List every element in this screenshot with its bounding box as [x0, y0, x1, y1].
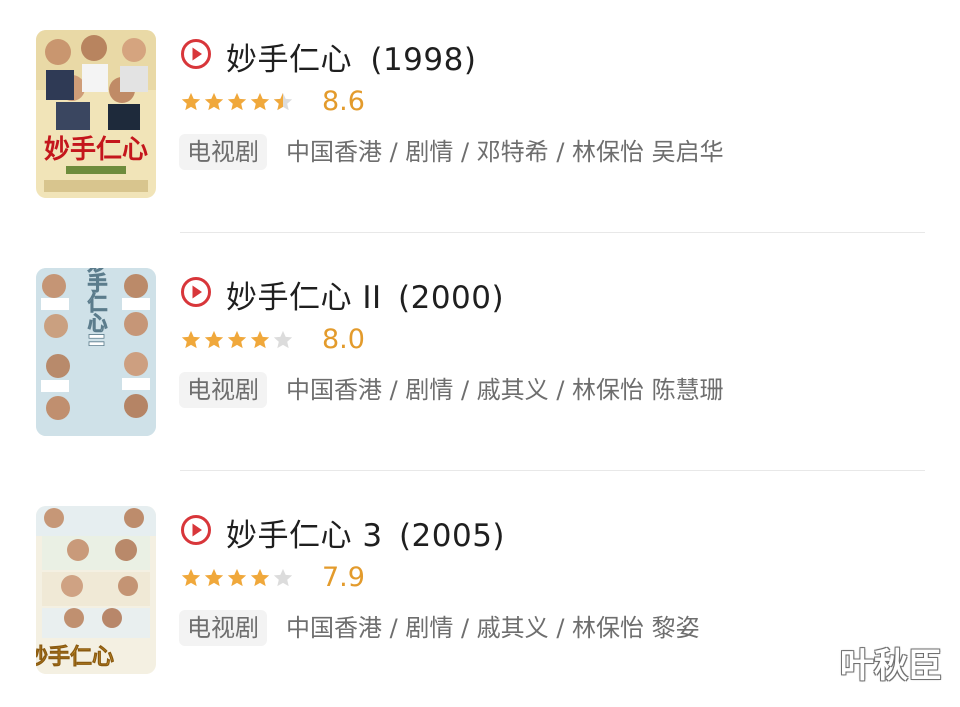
poster-caption: 妙手仁心II — [84, 268, 108, 347]
title-text: 妙手仁心 3 — [226, 518, 383, 554]
play-circle-icon[interactable] — [180, 276, 212, 308]
star-icon — [181, 92, 201, 111]
star-icon — [181, 330, 201, 349]
star-icon — [204, 568, 224, 587]
play-circle-icon[interactable] — [180, 38, 212, 70]
result-meta: 中国香港 / 剧情 / 戚其义 / 林保怡 陈慧珊 — [286, 376, 724, 404]
result-item[interactable]: 妙手仁心 妙手仁心 (1998) 8.6 电视剧 中国香港 / 剧情 / 邓特希… — [0, 30, 960, 200]
poster-caption: 妙手仁心 — [36, 644, 114, 670]
star-icon — [181, 568, 201, 587]
watermark: 叶秋臣 — [840, 646, 942, 686]
star-icon — [204, 92, 224, 111]
poster-image[interactable]: 妙手仁心 — [36, 30, 156, 198]
rating-score: 8.0 — [322, 324, 365, 355]
result-title[interactable]: 妙手仁心 (1998) — [226, 34, 476, 79]
star-icon — [204, 330, 224, 349]
result-meta: 中国香港 / 剧情 / 戚其义 / 林保怡 黎姿 — [286, 614, 700, 642]
rating-stars — [180, 91, 294, 115]
rating-stars — [180, 329, 294, 353]
half-star-icon — [273, 92, 293, 111]
result-title[interactable]: 妙手仁心 II (2000) — [226, 272, 504, 317]
empty-star-icon — [273, 568, 293, 587]
star-icon — [227, 92, 247, 111]
title-text: 妙手仁心 II — [226, 280, 382, 316]
play-circle-icon[interactable] — [180, 514, 212, 546]
result-meta: 中国香港 / 剧情 / 邓特希 / 林保怡 吴启华 — [286, 138, 724, 166]
type-tag: 电视剧 — [179, 610, 267, 646]
result-title[interactable]: 妙手仁心 3 (2005) — [226, 510, 505, 555]
poster-caption: 妙手仁心 — [44, 135, 148, 165]
title-text: 妙手仁心 — [226, 42, 352, 78]
empty-star-icon — [273, 330, 293, 349]
title-year: (2005) — [398, 518, 506, 554]
result-item[interactable]: 妙手仁心II 妙手仁心 II (2000) 8.0 电视剧 中国香港 / 剧情 … — [0, 268, 960, 438]
star-icon — [250, 330, 270, 349]
star-icon — [227, 568, 247, 587]
rating-score: 7.9 — [322, 562, 365, 593]
divider — [180, 232, 925, 233]
title-year: (1998) — [370, 42, 477, 78]
poster-image[interactable]: 妙手仁心II — [36, 268, 156, 436]
star-icon — [250, 92, 270, 111]
rating-score: 8.6 — [322, 86, 365, 117]
type-tag: 电视剧 — [179, 372, 267, 408]
poster-image[interactable]: 妙手仁心 — [36, 506, 156, 674]
rating-stars — [180, 567, 294, 591]
star-icon — [250, 568, 270, 587]
divider — [180, 470, 925, 471]
star-icon — [227, 330, 247, 349]
type-tag: 电视剧 — [179, 134, 267, 170]
result-item[interactable]: 妙手仁心 妙手仁心 3 (2005) 7.9 电视剧 中国香港 / 剧情 / 戚… — [0, 506, 960, 676]
title-year: (2000) — [398, 280, 505, 316]
